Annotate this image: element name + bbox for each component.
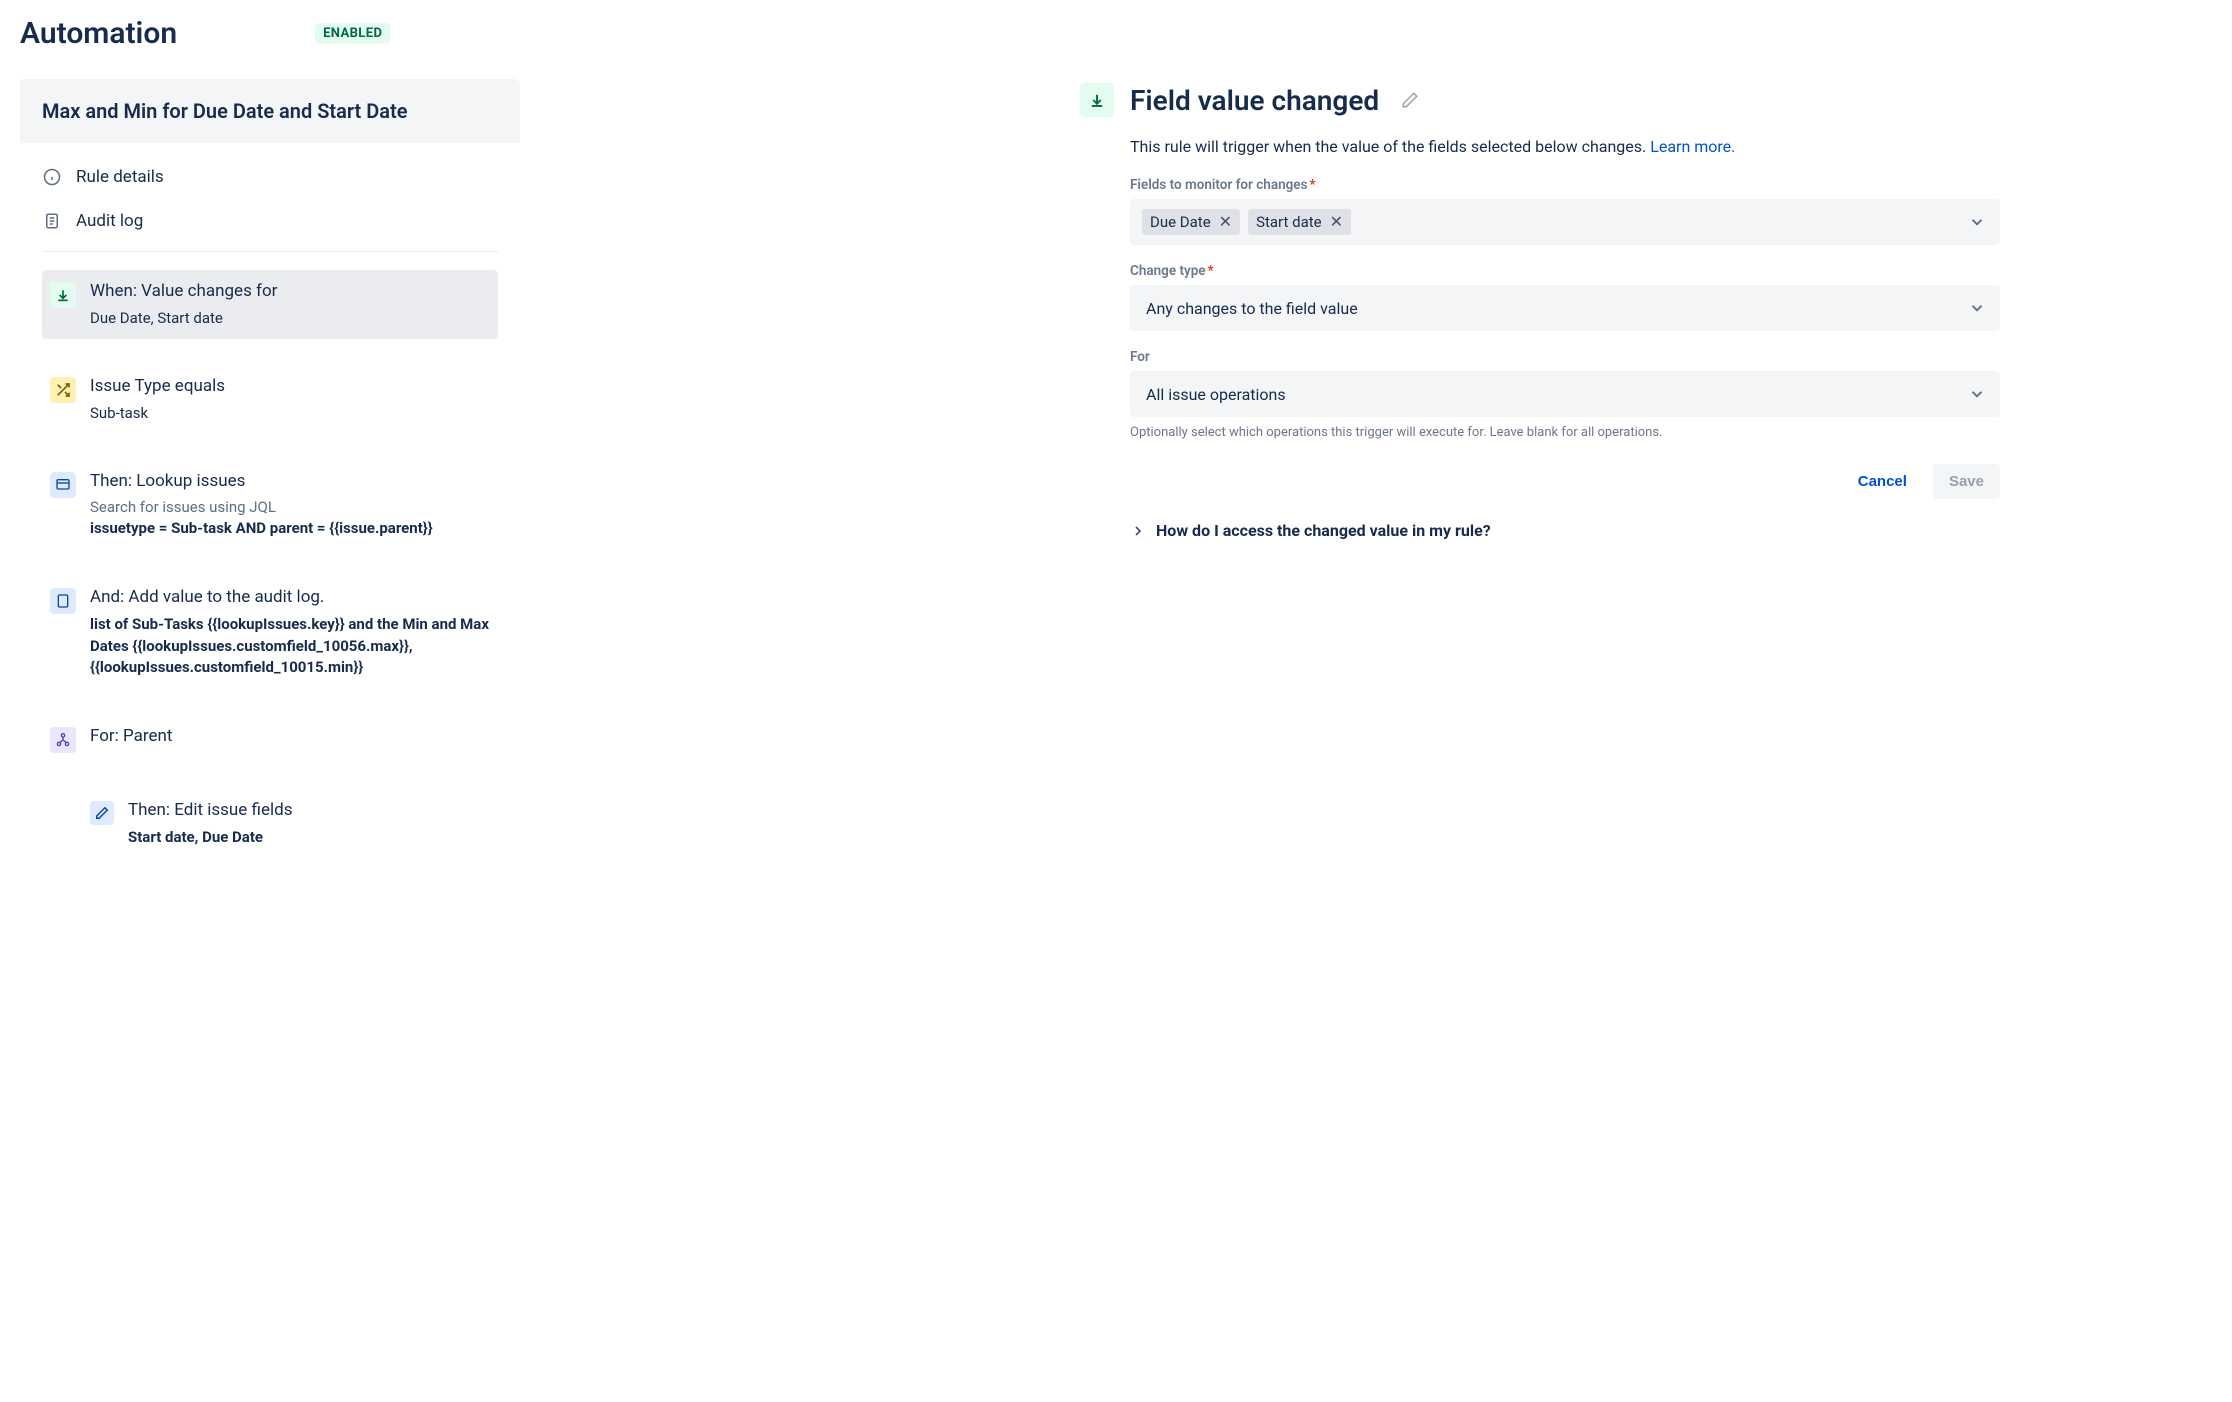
for-help-text: Optionally select which operations this …	[1130, 425, 2000, 440]
step-lookup-title: Then: Lookup issues	[90, 470, 490, 494]
rule-name: Max and Min for Due Date and Start Date	[20, 79, 520, 143]
branch-icon	[50, 727, 76, 753]
edit-title-icon[interactable]	[1401, 91, 1419, 109]
step-condition-title: Issue Type equals	[90, 375, 490, 399]
divider	[42, 251, 498, 252]
step-audit[interactable]: And: Add value to the audit log. list of…	[42, 576, 498, 689]
audit-log-link[interactable]: Audit log	[42, 199, 498, 243]
rule-panel: Max and Min for Due Date and Start Date …	[20, 79, 520, 885]
step-audit-content: list of Sub-Tasks {{lookupIssues.key}} a…	[90, 614, 490, 679]
change-type-value: Any changes to the field value	[1142, 299, 1358, 318]
help-expander-label: How do I access the changed value in my …	[1156, 521, 1491, 540]
change-type-select[interactable]: Any changes to the field value	[1130, 285, 2000, 331]
step-condition[interactable]: Issue Type equals Sub-task	[42, 365, 498, 434]
chevron-right-icon	[1130, 523, 1146, 539]
rule-details-label: Rule details	[76, 167, 164, 187]
detail-panel: Field value changed This rule will trigg…	[1080, 79, 2000, 540]
step-edit[interactable]: Then: Edit issue fields Start date, Due …	[82, 789, 498, 859]
page-title: Automation	[20, 16, 177, 51]
step-condition-sub: Sub-task	[90, 403, 490, 424]
chevron-down-icon	[1968, 213, 1986, 231]
step-trigger-title: When: Value changes for	[90, 280, 490, 304]
detail-title: Field value changed	[1130, 84, 1379, 117]
change-type-label: Change type*	[1130, 263, 2000, 279]
detail-description: This rule will trigger when the value of…	[1130, 135, 2000, 159]
step-trigger-sub: Due Date, Start date	[90, 308, 490, 329]
audit-log-label: Audit log	[76, 211, 143, 231]
for-label: For	[1130, 349, 2000, 365]
clipboard-icon	[42, 211, 62, 231]
detail-trigger-icon	[1080, 83, 1114, 117]
step-edit-fields: Start date, Due Date	[128, 827, 490, 849]
remove-start-date-icon[interactable]: ✕	[1330, 214, 1343, 230]
cancel-button[interactable]: Cancel	[1842, 464, 1923, 499]
for-select[interactable]: All issue operations	[1130, 371, 2000, 417]
step-lookup[interactable]: Then: Lookup issues Search for issues us…	[42, 460, 498, 551]
step-trigger[interactable]: When: Value changes for Due Date, Start …	[42, 270, 498, 339]
chip-start-date: Start date ✕	[1248, 209, 1351, 235]
info-icon	[42, 167, 62, 187]
status-badge: ENABLED	[315, 23, 390, 44]
for-value: All issue operations	[1142, 385, 1286, 404]
remove-due-date-icon[interactable]: ✕	[1219, 214, 1232, 230]
fields-select[interactable]: Due Date ✕ Start date ✕	[1130, 199, 2000, 245]
save-button: Save	[1933, 464, 2000, 499]
step-lookup-jql: issuetype = Sub-task AND parent = {{issu…	[90, 518, 490, 540]
help-expander[interactable]: How do I access the changed value in my …	[1130, 521, 2000, 540]
lookup-icon	[50, 472, 76, 498]
step-branch-title: For: Parent	[90, 725, 490, 749]
chevron-down-icon	[1968, 299, 1986, 317]
fields-label: Fields to monitor for changes*	[1130, 177, 2000, 193]
edit-icon	[90, 801, 114, 825]
trigger-icon	[50, 282, 76, 308]
rule-details-link[interactable]: Rule details	[42, 155, 498, 199]
chip-due-date: Due Date ✕	[1142, 209, 1240, 235]
learn-more-link[interactable]: Learn more.	[1650, 137, 1735, 156]
step-branch[interactable]: For: Parent	[42, 715, 498, 763]
step-edit-title: Then: Edit issue fields	[128, 799, 490, 823]
step-lookup-sub: Search for issues using JQL	[90, 497, 490, 518]
condition-icon	[50, 377, 76, 403]
step-audit-title: And: Add value to the audit log.	[90, 586, 490, 610]
chevron-down-icon	[1968, 385, 1986, 403]
audit-icon	[50, 588, 76, 614]
